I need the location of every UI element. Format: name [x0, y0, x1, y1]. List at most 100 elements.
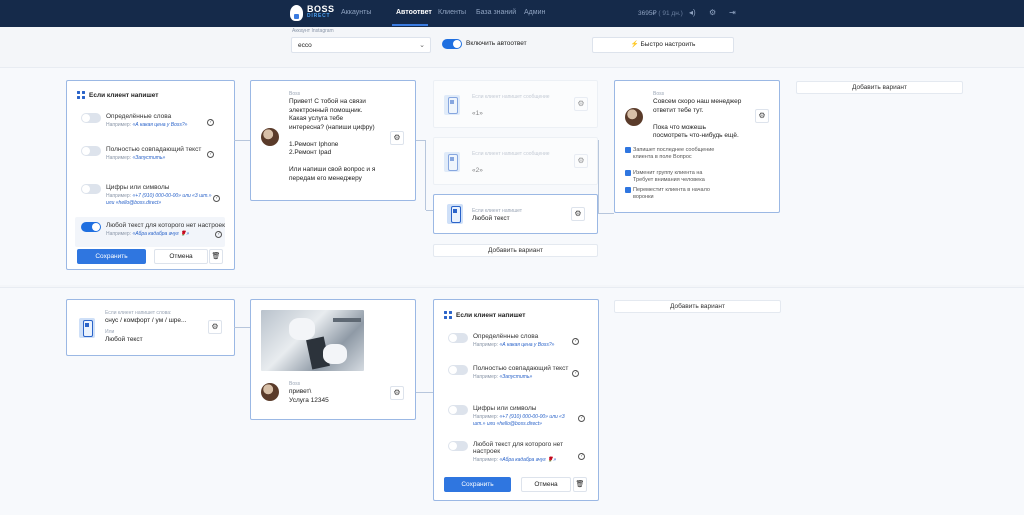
action-icon	[625, 170, 631, 176]
nav-autoreply[interactable]: Автоответ	[396, 9, 432, 16]
nav-accounts[interactable]: Аккаунты	[341, 9, 371, 16]
save-button[interactable]: Сохранить	[444, 477, 511, 492]
gear-icon[interactable]: ⚙	[390, 386, 404, 400]
help-icon[interactable]: ?	[213, 195, 220, 202]
trash-icon[interactable]: 🗑	[573, 477, 587, 492]
boss-direct-logo[interactable]: BOSS DIRECT	[290, 5, 335, 21]
grid-icon	[444, 311, 452, 319]
help-icon[interactable]: ?	[572, 338, 579, 345]
nav-clients[interactable]: Клиенты	[438, 9, 466, 16]
cancel-button[interactable]: Отмена	[521, 477, 571, 492]
sound-icon[interactable]: ◂)	[689, 9, 696, 17]
autoreply-label: Включить автоответ	[466, 40, 527, 47]
option-specific-words[interactable]: Определённые слова Например: «А какая це…	[81, 113, 187, 129]
trigger-settings-card: Если клиент напишет Определённые слова Н…	[66, 80, 235, 270]
author-label: Boss	[289, 91, 301, 97]
phone-icon	[444, 95, 460, 115]
add-variant-button[interactable]: Добавить вариант	[433, 244, 598, 257]
option-digits-symbols[interactable]: Цифры или символы Например: «+7 (910) 00…	[448, 405, 578, 427]
reply-card-1: Boss Привет! С тобой на связи электронны…	[250, 80, 416, 201]
account-select[interactable]: ecco ⌄	[291, 37, 431, 53]
connector-line	[234, 327, 250, 328]
branch-card-any-text[interactable]: Если клиент напишет Любой текст ⚙	[433, 194, 598, 234]
option-digits-symbols[interactable]: Цифры или символы Например: «+7 (910) 00…	[81, 184, 216, 206]
add-variant-button[interactable]: Добавить вариант	[614, 300, 781, 313]
gear-icon[interactable]: ⚙	[208, 320, 222, 334]
action-save-question[interactable]: Запишет последнее сообщение клиента в по…	[625, 147, 715, 160]
toggle[interactable]	[448, 365, 468, 375]
branch-card-1[interactable]: Если клиент напишет сообщение «1» ⚙	[433, 80, 598, 128]
branch-card-2[interactable]: Если клиент напишет сообщение «2» ⚙	[433, 137, 598, 185]
gear-icon[interactable]: ⚙	[755, 109, 769, 123]
row2-trigger-settings-card: Если клиент напишет Определённые слова Н…	[433, 299, 599, 501]
avatar	[261, 128, 279, 146]
gear-icon[interactable]: ⚙	[574, 154, 588, 168]
bulb-logo-icon	[290, 5, 303, 21]
account-label: Аккаунт Instagram	[292, 28, 334, 34]
avatar	[261, 383, 279, 401]
row2-reply-card: Boss привет\ Услуга 12345 ⚙	[250, 299, 416, 420]
action-icon	[625, 147, 631, 153]
top-navigation-bar: BOSS DIRECT Аккаунты Автоответ Клиенты Б…	[0, 0, 1024, 27]
grid-icon	[77, 91, 85, 99]
row2-trigger-card[interactable]: Если клиент напишет слова: снус / комфор…	[66, 299, 235, 356]
phone-icon	[447, 204, 463, 224]
phone-icon	[79, 318, 95, 338]
option-exact-text[interactable]: Полностью совпадающий текст Например: «З…	[81, 146, 201, 162]
cancel-button[interactable]: Отмена	[154, 249, 208, 264]
option-any-text[interactable]: Любой текст для которого нет настроек На…	[81, 222, 226, 238]
action-move-funnel[interactable]: Переместит клиента в начало воронки	[625, 187, 710, 200]
trash-icon[interactable]: 🗑	[209, 249, 223, 264]
toggle[interactable]	[448, 441, 468, 451]
gear-icon[interactable]: ⚙	[574, 97, 588, 111]
balance[interactable]: 3695₽ ( 91 дн.)	[638, 9, 683, 17]
logo-line2: DIRECT	[307, 13, 331, 19]
help-icon[interactable]: ?	[578, 415, 585, 422]
option-any-text[interactable]: Любой текст для которого нет настроек На…	[448, 441, 573, 464]
gear-icon[interactable]: ⚙	[390, 131, 404, 145]
attached-photo[interactable]	[261, 310, 364, 371]
add-variant-button[interactable]: Добавить вариант	[796, 81, 963, 94]
reply-card-2: Boss Совсем скоро наш менеджер ответит т…	[614, 80, 780, 213]
reply-message: привет\ Услуга 12345	[289, 388, 329, 404]
quick-setup-button[interactable]: ⚡ Быстро настроить	[592, 37, 734, 53]
toggle[interactable]	[81, 113, 101, 123]
nav-admin[interactable]: Админ	[524, 9, 545, 16]
bolt-icon: ⚡	[630, 41, 639, 48]
toggle[interactable]	[448, 405, 468, 415]
author-label: Boss	[653, 91, 665, 97]
logo-line1: BOSS	[307, 4, 335, 14]
help-icon[interactable]: ?	[578, 453, 585, 460]
autoreply-toggle[interactable]	[442, 39, 462, 49]
action-icon	[625, 187, 631, 193]
connector-line	[426, 210, 433, 211]
gear-icon[interactable]: ⚙	[709, 9, 716, 17]
action-change-group[interactable]: Изменит группу клиента на Требует вниман…	[625, 170, 715, 183]
option-exact-text[interactable]: Полностью совпадающий текст Например: «З…	[448, 365, 568, 381]
option-specific-words[interactable]: Определённые слова Например: «А какая це…	[448, 333, 554, 349]
reply-message: Совсем скоро наш менеджер ответит тебе т…	[653, 98, 742, 139]
toggle[interactable]	[81, 184, 101, 194]
toggle[interactable]	[81, 222, 101, 232]
help-icon[interactable]: ?	[207, 119, 214, 126]
author-label: Boss	[289, 381, 301, 387]
connector-line	[234, 140, 250, 141]
connector-line	[416, 392, 433, 393]
connector-line	[598, 140, 614, 214]
phone-icon	[444, 152, 460, 172]
nav-knowledge-base[interactable]: База знаний	[476, 9, 516, 16]
toggle[interactable]	[448, 333, 468, 343]
active-tab-indicator	[392, 24, 428, 26]
help-icon[interactable]: ?	[572, 370, 579, 377]
card-title: Если клиент напишет	[456, 311, 526, 319]
logout-icon[interactable]: ⇥	[729, 9, 736, 17]
card-title: Если клиент напишет	[89, 91, 159, 99]
chevron-down-icon: ⌄	[419, 42, 425, 49]
help-icon[interactable]: ?	[207, 151, 214, 158]
connector-line	[416, 140, 426, 210]
help-icon[interactable]: ?	[215, 231, 222, 238]
avatar	[625, 108, 643, 126]
toggle[interactable]	[81, 146, 101, 156]
gear-icon[interactable]: ⚙	[571, 207, 585, 221]
save-button[interactable]: Сохранить	[77, 249, 146, 264]
